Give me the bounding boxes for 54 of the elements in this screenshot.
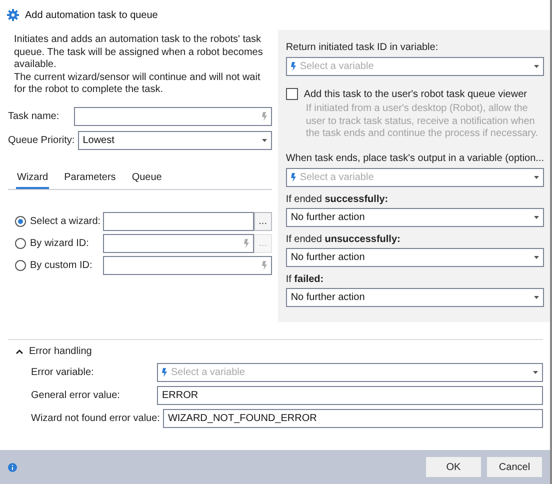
description-text: Initiates and adds an automation task to the robots' task queue. The task will be assigned when a robot becomes available. — [14, 34, 264, 72]
checkbox[interactable] — [286, 88, 298, 100]
dropdown-caret-icon — [534, 296, 539, 298]
variable-icon — [162, 368, 167, 377]
radio-label: Select a wizard: — [30, 216, 102, 226]
gear-icon — [7, 9, 19, 21]
variable-marker-icon — [244, 238, 249, 248]
custom-id-field[interactable] — [103, 256, 272, 274]
field-label: When task ends, place task's output in a variable (option... — [286, 152, 544, 164]
wizard-id-field[interactable] — [103, 234, 254, 252]
radio-button[interactable] — [15, 260, 26, 270]
variable-icon — [290, 62, 296, 71]
field-label: Queue Priority: — [8, 134, 76, 146]
radio-label: By wizard ID: — [30, 238, 90, 248]
field-label: If ended successfully: — [286, 194, 390, 204]
dropdown[interactable]: Lowest — [78, 130, 272, 150]
variable-icon — [290, 172, 296, 182]
text-field[interactable]: WIZARD_NOT_FOUND_ERROR — [162, 409, 543, 428]
tab[interactable]: Wizard — [16, 170, 50, 188]
variable-marker-icon — [262, 260, 267, 270]
window-title: Add automation task to queue — [25, 10, 158, 20]
info-icon[interactable] — [8, 462, 17, 472]
dropdown[interactable]: No further action — [286, 288, 544, 306]
tab[interactable]: Queue — [130, 170, 163, 188]
dropdown[interactable]: No further action — [286, 248, 544, 266]
browse-button[interactable]: ... — [254, 212, 272, 230]
checkbox-label: Add this task to the user's robot task queue viewer — [304, 88, 527, 100]
dropdown-caret-icon — [534, 216, 539, 218]
field-label: General error value: — [31, 390, 121, 401]
section-toggle[interactable]: Error handling — [16, 346, 543, 357]
wizard-field[interactable] — [103, 212, 254, 230]
dropdown-caret-icon — [534, 176, 539, 178]
dropdown[interactable]: No further action — [286, 208, 544, 226]
field-label: Error variable: — [31, 367, 95, 378]
text-field[interactable] — [74, 106, 272, 126]
dropdown-caret-icon — [533, 371, 538, 374]
field-label: Wizard not found error value: — [31, 413, 161, 424]
text-field[interactable]: ERROR — [157, 386, 543, 405]
field-label: Return initiated task ID in variable: — [286, 42, 440, 53]
field-label: Task name: — [8, 110, 60, 122]
dropdown-caret-icon — [262, 138, 267, 142]
variable-marker-icon — [262, 112, 267, 120]
radio-button[interactable] — [15, 216, 26, 226]
field-label: If failed: — [286, 274, 325, 284]
dialog-button[interactable]: Cancel — [487, 457, 542, 477]
tab[interactable]: Parameters — [63, 170, 117, 188]
dialog-button[interactable]: OK — [426, 457, 481, 477]
radio-label: By custom ID: — [30, 260, 94, 270]
dropdown-caret-icon — [534, 65, 539, 68]
dropdown-caret-icon — [534, 256, 539, 258]
radio-button[interactable] — [15, 238, 26, 248]
hint-text: If initiated from a user's desktop (Robot), allow the user to track task status, receive a notification when the task ends and continue the process if necessary. — [306, 103, 540, 140]
description-text: The current wizard/sensor will continue and will not wait for the robot to complete the task. — [14, 72, 262, 96]
field-label: If ended unsuccessfully: — [286, 234, 402, 244]
